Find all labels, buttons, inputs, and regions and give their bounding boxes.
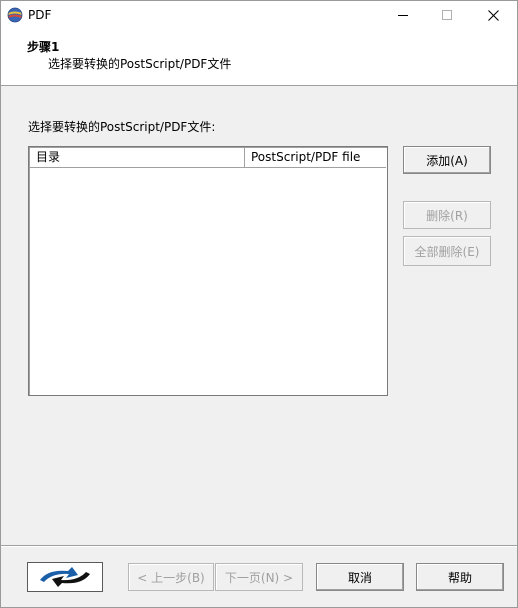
footer-separator [1,545,517,547]
file-list[interactable]: 目录 PostScript/PDF file [28,146,388,396]
minimize-button[interactable] [381,1,425,29]
wizard-window: PDF 步骤1 选择要转换的PostScript/PDF文件 选择要转换的Pos… [0,0,518,608]
remove-all-button[interactable]: 全部删除(E) [403,236,491,266]
minimize-icon [398,15,408,16]
next-button[interactable]: 下一页(N) > [215,563,303,591]
step-description: 选择要转换的PostScript/PDF文件 [48,57,232,71]
column-header-file[interactable]: PostScript/PDF file [245,148,387,167]
column-header-directory[interactable]: 目录 [30,148,245,167]
title-bar[interactable]: PDF [1,1,517,29]
help-button[interactable]: 帮助 [416,563,504,591]
back-button[interactable]: < 上一步(B) [128,563,214,591]
cancel-button[interactable]: 取消 [316,563,404,591]
file-list-header: 目录 PostScript/PDF file [30,148,386,168]
logo [27,562,103,592]
sync-arrows-logo-icon [40,567,90,587]
close-button[interactable] [471,1,515,29]
close-icon [487,9,499,21]
window-title: PDF [28,8,52,22]
pdf-app-icon [7,7,23,23]
wizard-header: 步骤1 选择要转换的PostScript/PDF文件 [1,29,517,86]
maximize-button[interactable] [425,1,469,29]
step-title: 步骤1 [27,40,60,54]
add-button[interactable]: 添加(A) [403,146,491,174]
file-list-label: 选择要转换的PostScript/PDF文件: [28,120,216,134]
maximize-icon [442,10,452,20]
remove-button[interactable]: 删除(R) [403,201,491,229]
